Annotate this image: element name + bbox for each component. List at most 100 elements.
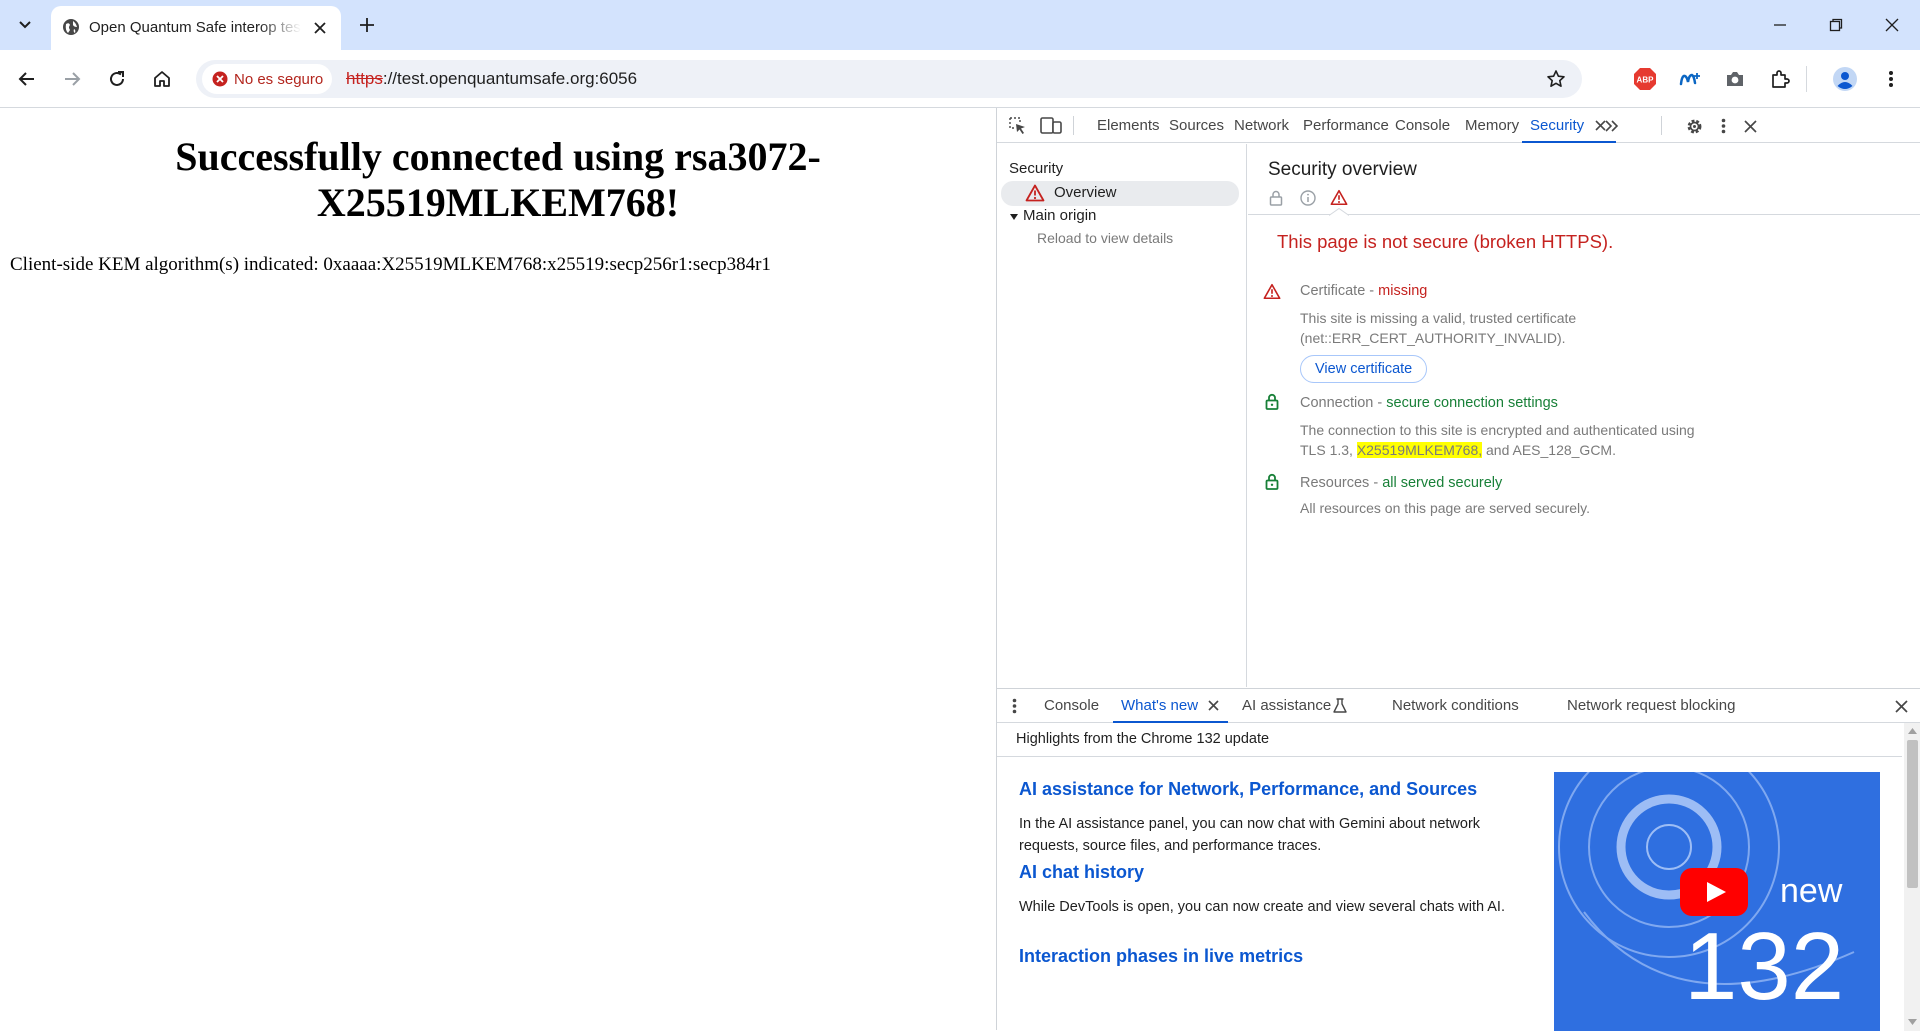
security-sidebar: Security Overview Main origin Reload to …: [997, 144, 1247, 687]
drawer-divider: [997, 756, 1902, 757]
chevron-down-icon: [19, 21, 31, 29]
home-button[interactable]: [145, 62, 179, 96]
drawer-tab-whats-new-label: What's new: [1121, 697, 1199, 714]
chrome-menu-button[interactable]: [1874, 62, 1908, 96]
settings-gear-icon[interactable]: [1683, 115, 1705, 137]
separator: -: [1373, 395, 1387, 411]
address-bar[interactable]: No es seguro https://test.openquantumsaf…: [196, 60, 1582, 98]
toolbar-divider: [1073, 116, 1074, 135]
adblock-plus-extension[interactable]: ABP: [1628, 62, 1662, 96]
whats-new-item-title[interactable]: AI assistance for Network, Performance, …: [1019, 779, 1477, 800]
reload-button[interactable]: [100, 62, 134, 96]
globe-icon: [62, 18, 80, 36]
scroll-up-icon[interactable]: [1908, 728, 1917, 734]
whats-new-video-thumbnail[interactable]: new 132: [1554, 772, 1880, 1031]
more-tabs-icon[interactable]: [1602, 116, 1622, 136]
sidebar-main-origin[interactable]: Main origin: [1023, 207, 1096, 224]
camera-icon: [1727, 72, 1743, 86]
tab-sources[interactable]: Sources: [1169, 108, 1224, 143]
sidebar-item-overview-label: Overview: [1054, 184, 1117, 201]
drawer-tab-console[interactable]: Console: [1044, 689, 1099, 723]
back-button[interactable]: [10, 62, 44, 96]
reload-icon: [110, 71, 124, 86]
view-certificate-button[interactable]: View certificate: [1300, 355, 1428, 383]
drawer-tab-whats-new[interactable]: What's new: [1112, 689, 1229, 723]
security-summary: This page is not secure (broken HTTPS).: [1277, 231, 1614, 252]
whats-new-highlights: Highlights from the Chrome 132 update: [1016, 731, 1270, 747]
tab-elements[interactable]: Elements: [1097, 108, 1160, 143]
back-arrow-icon: [18, 72, 34, 86]
restore-button[interactable]: [1808, 0, 1864, 50]
close-devtools-icon[interactable]: [1739, 115, 1761, 137]
screenshot-extension[interactable]: [1718, 62, 1752, 96]
site-info-chip[interactable]: No es seguro: [202, 64, 332, 94]
resources-heading: Resources - all served securely: [1300, 475, 1502, 491]
whats-new-item-body: In the AI assistance panel, you can now …: [1019, 816, 1481, 854]
device-toolbar-icon[interactable]: [1039, 115, 1063, 137]
page-heading: Successfully connected using rsa3072-X25…: [175, 134, 821, 225]
certificate-description: This site is missing a valid, trusted ce…: [1300, 310, 1577, 346]
connection-description: The connection to this site is encrypted…: [1300, 420, 1720, 460]
connection-desc-end: and AES_128_GCM.: [1482, 442, 1616, 458]
close-drawer-icon[interactable]: [1890, 695, 1912, 717]
tab-console[interactable]: Console: [1395, 108, 1450, 143]
tab-memory[interactable]: Memory: [1465, 108, 1519, 143]
resources-status: all served securely: [1382, 475, 1503, 491]
scroll-down-icon[interactable]: [1908, 1019, 1917, 1025]
not-secure-icon: [212, 71, 228, 87]
tab-search-button[interactable]: [8, 8, 42, 42]
lock-icon: [1265, 393, 1279, 410]
whats-new-item-body: While DevTools is open, you can now crea…: [1019, 899, 1505, 915]
new-tab-button[interactable]: [352, 10, 382, 40]
tab-security[interactable]: Security: [1521, 108, 1617, 143]
resources-label: Resources: [1300, 475, 1370, 491]
connection-status: secure connection settings: [1386, 395, 1558, 411]
browser-tab[interactable]: Open Quantum Safe interop test: [51, 6, 341, 50]
sidebar-item-overview[interactable]: Overview: [1001, 181, 1239, 206]
drawer-scrollbar[interactable]: [1904, 723, 1920, 1031]
whats-new-item-title[interactable]: Interaction phases in live metrics: [1019, 946, 1303, 967]
adblock-plus-icon: ABP: [1634, 68, 1656, 90]
browser-toolbar: No es seguro https://test.openquantumsaf…: [0, 50, 1920, 108]
devtools-drawer: Console What's new AI assistance Network…: [997, 688, 1920, 1031]
url-text[interactable]: https://test.openquantumsafe.org:6056: [346, 69, 637, 89]
profile-button[interactable]: [1828, 62, 1862, 96]
forward-button[interactable]: [55, 62, 89, 96]
sidebar-reload-hint: Reload to view details: [1037, 230, 1174, 246]
drawer-tab-network-request-blocking[interactable]: Network request blocking: [1567, 689, 1735, 723]
lock-icon: [1269, 190, 1283, 206]
triangle-down-icon[interactable]: [1009, 212, 1019, 222]
tab-performance[interactable]: Performance: [1303, 108, 1389, 143]
minimize-button[interactable]: [1752, 0, 1808, 50]
separator: -: [1369, 475, 1383, 491]
tab-close-icon[interactable]: [309, 17, 331, 39]
whats-new-item-title[interactable]: AI chat history: [1019, 862, 1144, 883]
drawer-tab-ai-assistance[interactable]: AI assistance: [1242, 689, 1331, 723]
extensions-button[interactable]: [1763, 62, 1797, 96]
sidebar-section-security: Security: [1009, 160, 1064, 177]
scrollbar-thumb[interactable]: [1907, 740, 1918, 888]
inspect-element-icon[interactable]: [1007, 115, 1029, 137]
flask-icon: [1333, 698, 1347, 713]
kem-algorithms-text: Client-side KEM algorithm(s) indicated: …: [10, 254, 771, 275]
drawer-tab-network-conditions[interactable]: Network conditions: [1392, 689, 1519, 723]
security-status-text: No es seguro: [234, 70, 324, 88]
home-icon: [154, 71, 170, 87]
close-tab-icon[interactable]: [1208, 700, 1219, 711]
tab-network[interactable]: Network: [1234, 108, 1289, 143]
movistar-extension[interactable]: [1673, 62, 1707, 96]
tab-strip: Open Quantum Safe interop test: [0, 0, 1920, 50]
forward-arrow-icon: [65, 72, 81, 86]
info-icon: [1300, 190, 1316, 206]
certificate-status: missing: [1378, 283, 1428, 299]
movistar-icon: [1679, 73, 1700, 86]
drawer-menu-icon[interactable]: [1009, 697, 1019, 715]
close-icon: [1885, 18, 1899, 32]
close-window-button[interactable]: [1864, 0, 1920, 50]
resources-description: All resources on this page are served se…: [1300, 500, 1590, 516]
thumbnail-new-label: new: [1780, 872, 1843, 910]
minimize-icon: [1774, 24, 1786, 26]
connection-label: Connection: [1300, 395, 1374, 411]
bookmark-star-icon[interactable]: [1546, 69, 1566, 94]
customize-menu-icon[interactable]: [1715, 115, 1731, 137]
